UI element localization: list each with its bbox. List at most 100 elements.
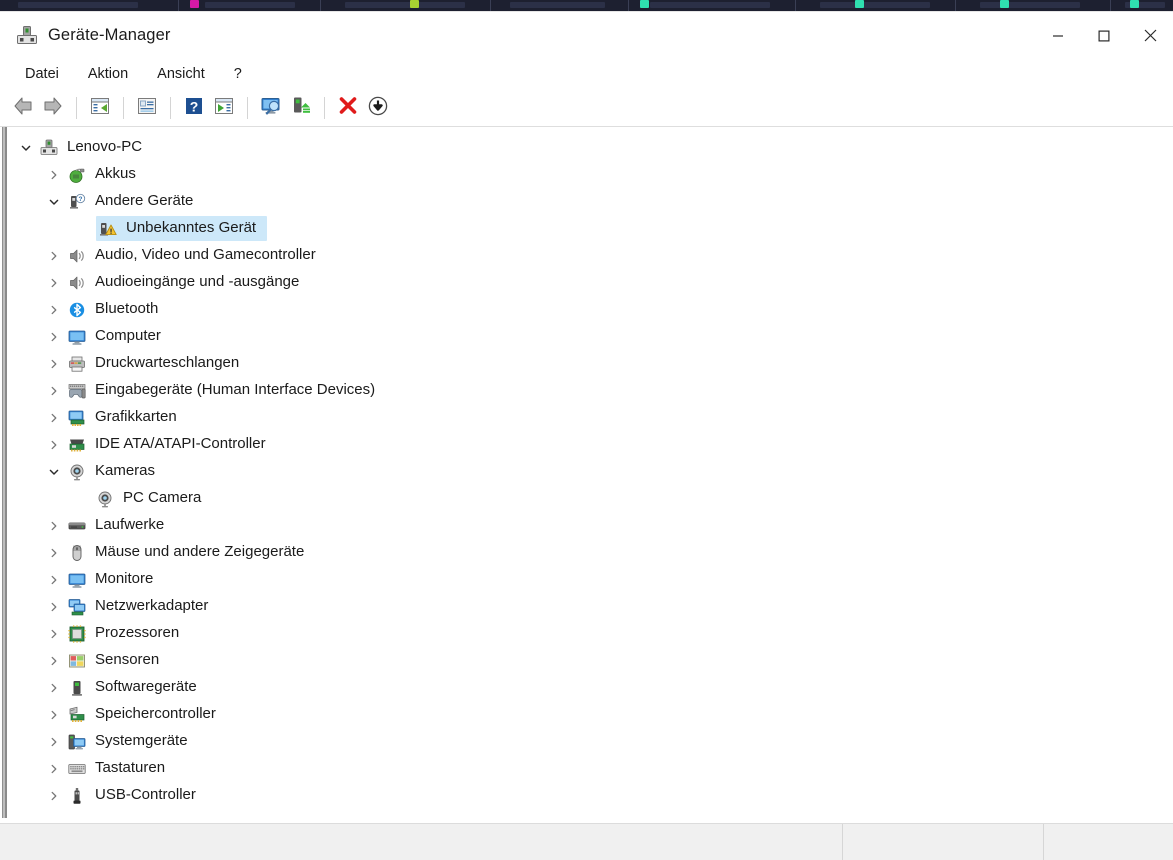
browser-tab-title-ghost[interactable] — [205, 2, 295, 8]
uninstall-device-button[interactable] — [333, 93, 363, 123]
tree-node-usb-controller[interactable]: USB-Controller — [0, 782, 1173, 809]
tree-node-monitore[interactable]: Monitore — [0, 566, 1173, 593]
update-driver-button[interactable] — [286, 93, 316, 123]
menu-ansicht[interactable]: Ansicht — [146, 63, 216, 85]
tree-node-druckwarteschlangen[interactable]: Druckwarteschlangen — [0, 350, 1173, 377]
browser-tab-title-ghost[interactable] — [18, 2, 138, 8]
maximize-button[interactable] — [1081, 12, 1127, 59]
tree-node-netzwerkadapter[interactable]: Netzwerkadapter — [0, 593, 1173, 620]
browser-tab-favicon[interactable] — [1000, 0, 1009, 8]
tree-node-label: Mäuse und andere Zeigegeräte — [95, 543, 305, 560]
menu-datei[interactable]: Datei — [14, 63, 70, 85]
chevron-right-icon[interactable] — [46, 275, 62, 291]
chevron-right-icon[interactable] — [46, 734, 62, 750]
tree-node-maeuse-zeigegeraete[interactable]: Mäuse und andere Zeigegeräte — [0, 539, 1173, 566]
tree-node-content: Prozessoren — [68, 622, 183, 645]
tree-node-pc-camera[interactable]: PC Camera — [0, 485, 1173, 512]
chevron-right-icon[interactable] — [46, 302, 62, 318]
tree-node-lenovo-pc[interactable]: Lenovo-PC — [0, 134, 1173, 161]
properties-button[interactable] — [132, 93, 162, 123]
back-button[interactable] — [8, 93, 38, 123]
browser-tab-title-ghost[interactable] — [345, 2, 465, 8]
tree-node-speichercontroller[interactable]: Speichercontroller — [0, 701, 1173, 728]
chevron-right-icon[interactable] — [46, 356, 62, 372]
tree-node-prozessoren[interactable]: Prozessoren — [0, 620, 1173, 647]
tree-node-systemgeraete[interactable]: Systemgeräte — [0, 728, 1173, 755]
browser-tab-favicon[interactable] — [640, 0, 649, 8]
tree-node-sensoren[interactable]: Sensoren — [0, 647, 1173, 674]
tree-node-bluetooth[interactable]: Bluetooth — [0, 296, 1173, 323]
browser-tab-title-ghost[interactable] — [980, 2, 1080, 8]
tree-node-label: USB-Controller — [95, 786, 196, 803]
tree-node-ide-ata-atapi-controller[interactable]: IDE ATA/ATAPI-Controller — [0, 431, 1173, 458]
chevron-down-icon[interactable] — [46, 194, 62, 210]
tree-node-content: ? Andere Geräte — [68, 190, 197, 213]
tree-node-eingabegeraete-hid[interactable]: Eingabegeräte (Human Interface Devices) — [0, 377, 1173, 404]
chevron-right-icon[interactable] — [46, 167, 62, 183]
tree-node-andere-geraete[interactable]: ? Andere Geräte — [0, 188, 1173, 215]
tree-node-unbekanntes-geraet[interactable]: Unbekanntes Gerät — [0, 215, 1173, 242]
chevron-right-icon[interactable] — [46, 761, 62, 777]
chevron-down-icon[interactable] — [46, 464, 62, 480]
tree-node-computer[interactable]: Computer — [0, 323, 1173, 350]
tree-node-grafikkarten[interactable]: Grafikkarten — [0, 404, 1173, 431]
device-tree: Lenovo-PC Akkus? Andere Geräte Unbekanntes … — [0, 134, 1173, 809]
tree-node-tastaturen[interactable]: Tastaturen — [0, 755, 1173, 782]
help-button[interactable]: ? — [179, 93, 209, 123]
tree-node-kameras[interactable]: Kameras — [0, 458, 1173, 485]
chevron-right-icon[interactable] — [46, 788, 62, 804]
tree-node-laufwerke[interactable]: Laufwerke — [0, 512, 1173, 539]
tree-node-softwaregeraete[interactable]: Softwaregeräte — [0, 674, 1173, 701]
console-tree-icon — [89, 95, 111, 122]
menu-hilfe[interactable]: ? — [223, 63, 253, 85]
chevron-right-icon[interactable] — [46, 572, 62, 588]
device-tree-pane[interactable]: Lenovo-PC Akkus? Andere Geräte Unbekanntes … — [0, 127, 1173, 818]
chevron-right-icon[interactable] — [46, 626, 62, 642]
chevron-right-icon[interactable] — [46, 599, 62, 615]
tree-node-label: Lenovo-PC — [67, 138, 143, 155]
tree-node-content: USB-Controller — [68, 784, 200, 807]
storage-controller-icon — [68, 706, 86, 724]
chevron-right-icon[interactable] — [46, 383, 62, 399]
browser-tab-title-ghost[interactable] — [820, 2, 930, 8]
scan-hardware-changes-button[interactable] — [256, 93, 286, 123]
speaker-icon — [68, 247, 86, 265]
browser-tab-title-ghost[interactable] — [650, 2, 770, 8]
chevron-right-icon[interactable] — [46, 329, 62, 345]
browser-tab-favicon[interactable] — [1130, 0, 1139, 8]
chevron-down-icon[interactable] — [18, 140, 34, 156]
browser-tab-favicon[interactable] — [410, 0, 419, 8]
show-hide-action-pane-button[interactable] — [209, 93, 239, 123]
show-hide-console-tree-button[interactable] — [85, 93, 115, 123]
chevron-right-icon[interactable] — [46, 707, 62, 723]
forward-button[interactable] — [38, 93, 68, 123]
tree-node-label: Audio, Video und Gamecontroller — [95, 246, 316, 263]
browser-tab-title-ghost[interactable] — [510, 2, 605, 8]
warning-device-icon — [99, 220, 117, 238]
chevron-right-icon[interactable] — [46, 410, 62, 426]
tree-node-content: Kameras — [68, 460, 159, 483]
red-x-icon — [337, 95, 359, 122]
browser-tab-favicon[interactable] — [190, 0, 199, 8]
browser-tab-favicon[interactable] — [855, 0, 864, 8]
disable-device-button[interactable] — [363, 93, 393, 123]
chevron-right-icon[interactable] — [46, 518, 62, 534]
svg-text:?: ? — [79, 196, 83, 203]
minimize-button[interactable] — [1035, 12, 1081, 59]
tree-node-audio-video-gamecontroller[interactable]: Audio, Video und Gamecontroller — [0, 242, 1173, 269]
chevron-right-icon[interactable] — [46, 653, 62, 669]
chevron-right-icon[interactable] — [46, 545, 62, 561]
computer-device-icon — [40, 139, 58, 157]
close-button[interactable] — [1127, 12, 1173, 59]
tree-node-content: Druckwarteschlangen — [68, 352, 243, 375]
chevron-right-icon[interactable] — [46, 248, 62, 264]
menu-aktion[interactable]: Aktion — [77, 63, 139, 85]
tree-node-content: Grafikkarten — [68, 406, 181, 429]
chevron-right-icon[interactable] — [46, 680, 62, 696]
forward-arrow-icon — [42, 95, 64, 122]
tree-node-label: Bluetooth — [95, 300, 159, 317]
chevron-right-icon[interactable] — [46, 437, 62, 453]
tree-node-audioeingaenge-ausgaenge[interactable]: Audioeingänge und -ausgänge — [0, 269, 1173, 296]
tree-node-akkus[interactable]: Akkus — [0, 161, 1173, 188]
